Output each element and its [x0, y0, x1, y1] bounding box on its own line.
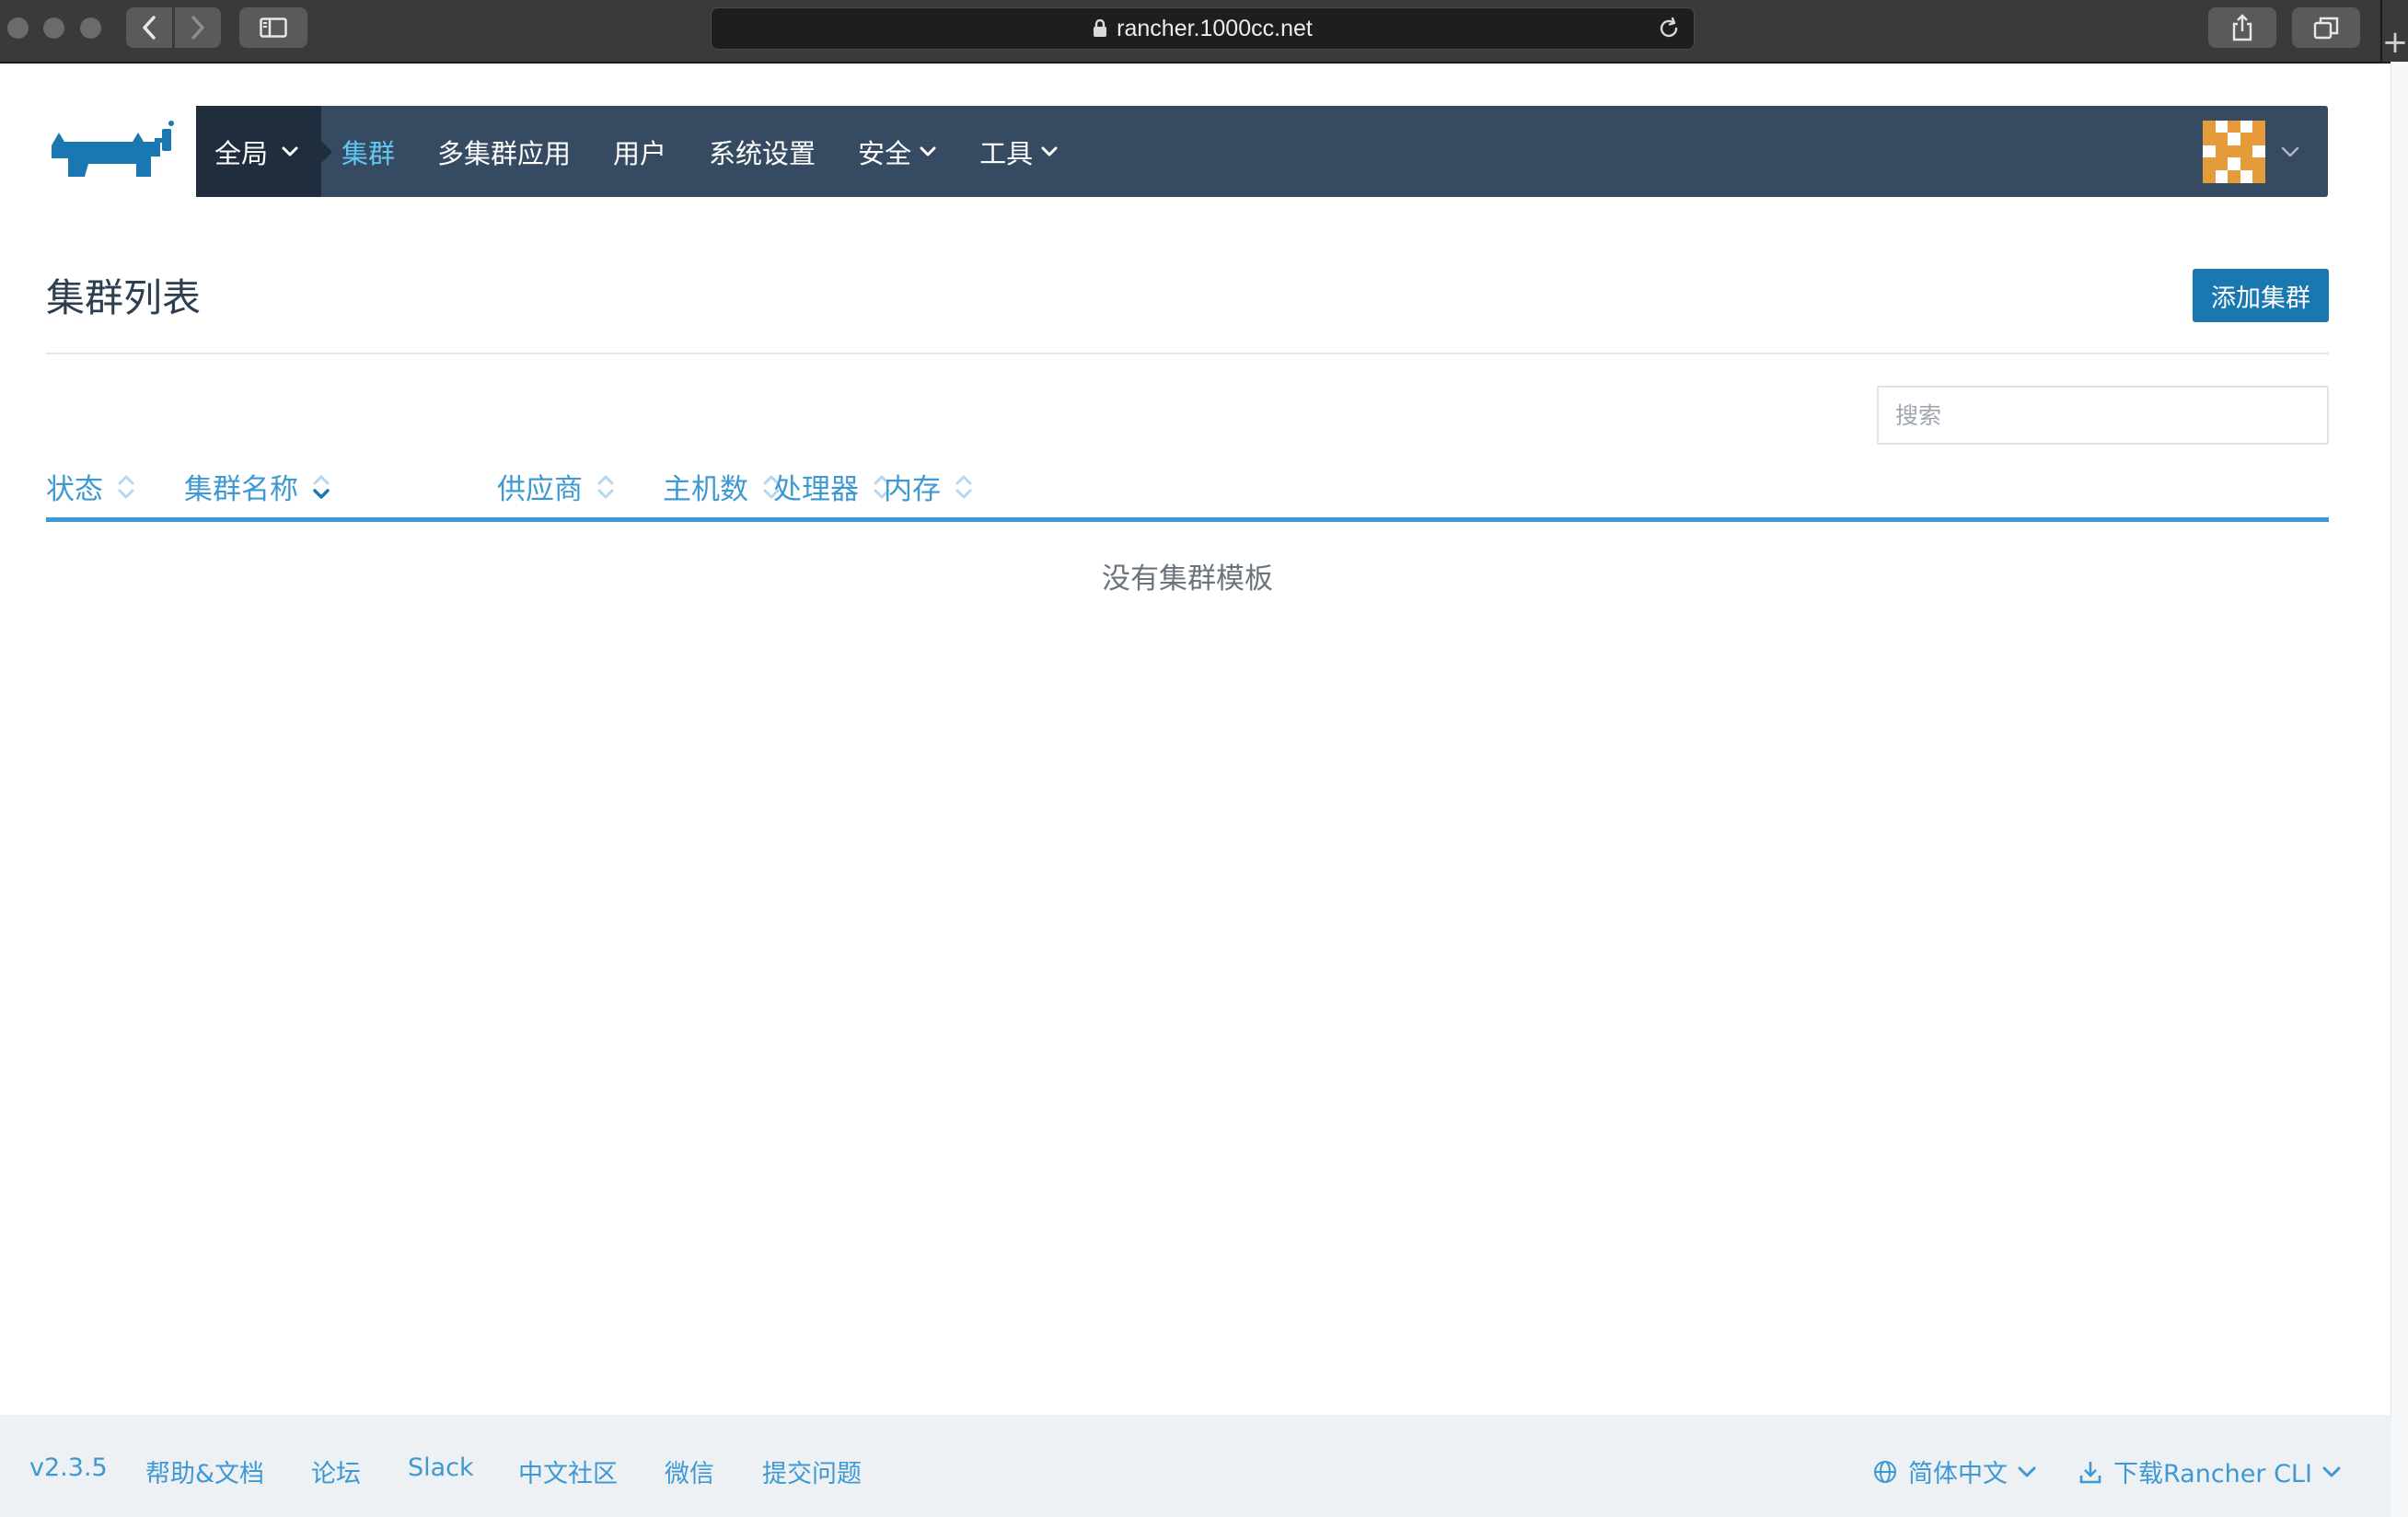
rancher-logo[interactable] — [48, 120, 175, 184]
nav-item-label: 集群 — [342, 137, 396, 169]
nav-item-label: 安全 — [858, 137, 912, 169]
global-scope-dropdown[interactable]: 全局 — [196, 106, 332, 197]
chevron-left-icon — [143, 16, 156, 40]
share-button[interactable] — [2208, 7, 2276, 48]
sort-icon — [118, 475, 134, 498]
minimize-window-button[interactable] — [43, 17, 64, 39]
footer-link-docs[interactable]: 帮助&文档 — [145, 1453, 264, 1489]
forward-button[interactable] — [175, 7, 221, 48]
header-divider — [46, 353, 2329, 354]
nav-item-label: 系统设置 — [709, 137, 816, 169]
chevron-down-icon — [2322, 1466, 2341, 1476]
sort-descending-icon — [313, 475, 330, 499]
empty-table-message: 没有集群模板 — [1102, 562, 1273, 596]
page-footer: v2.3.5 帮助&文档 论坛 Slack 中文社区 微信 提交问题 简体中文 … — [0, 1415, 2391, 1517]
nav-item-label: 多集群应用 — [437, 137, 572, 169]
download-icon — [2079, 1461, 2101, 1483]
chevron-down-icon — [920, 146, 936, 156]
page-title: 集群列表 — [46, 275, 202, 320]
column-label: 主机数 — [663, 473, 748, 506]
download-cli-label: 下载Rancher CLI — [2113, 1460, 2312, 1488]
chevron-right-icon — [191, 16, 204, 40]
page-scroll-edge — [2391, 62, 2408, 1517]
share-icon — [2232, 14, 2252, 41]
footer-link-wechat[interactable]: 微信 — [665, 1453, 714, 1489]
new-tab-button[interactable]: + — [2380, 0, 2408, 62]
nav-item-security[interactable]: 安全 — [858, 133, 937, 171]
rancher-logo-icon — [52, 121, 174, 177]
column-header-nodes[interactable]: 主机数 — [663, 466, 781, 507]
nav-item-users[interactable]: 用户 — [613, 133, 666, 171]
nav-item-clusters[interactable]: 集群 — [342, 133, 395, 171]
column-header-cpu[interactable]: 处理器 — [773, 466, 892, 507]
column-header-state[interactable]: 状态 — [46, 466, 136, 507]
column-header-provider[interactable]: 供应商 — [497, 466, 616, 507]
chevron-down-icon — [1041, 146, 1058, 156]
user-menu[interactable] — [2203, 106, 2328, 197]
nav-item-label: 用户 — [613, 137, 667, 169]
tabs-overview-button[interactable] — [2292, 7, 2360, 48]
chevron-down-icon — [2018, 1466, 2036, 1476]
column-header-memory[interactable]: 内存 — [884, 466, 974, 507]
sort-icon — [597, 475, 614, 498]
column-label: 供应商 — [497, 473, 583, 506]
column-label: 集群名称 — [184, 473, 298, 506]
zoom-window-button[interactable] — [80, 17, 101, 39]
globe-icon — [1874, 1460, 1896, 1483]
nav-item-multicluster-apps[interactable]: 多集群应用 — [437, 133, 571, 171]
footer-link-issue[interactable]: 提交问题 — [762, 1453, 862, 1489]
scope-label: 全局 — [214, 137, 269, 169]
tabs-icon — [2313, 17, 2339, 40]
language-selector[interactable]: 简体中文 — [1873, 1453, 2037, 1489]
scope-arrow — [321, 141, 332, 163]
footer-link-slack[interactable]: Slack — [408, 1453, 474, 1482]
avatar — [2203, 120, 2265, 183]
column-label: 状态 — [46, 473, 103, 506]
history-buttons — [126, 7, 222, 48]
main-navigation: 全局 集群 多集群应用 用户 系统设置 安全 工具 — [196, 106, 2328, 197]
cluster-table-header: 状态 集群名称 供应商 主机数 处理器 内存 — [46, 460, 2329, 522]
footer-link-community[interactable]: 中文社区 — [518, 1453, 618, 1489]
nav-item-label: 工具 — [979, 137, 1034, 169]
chevron-down-icon — [282, 146, 298, 156]
back-button[interactable] — [126, 7, 172, 48]
column-label: 内存 — [884, 473, 941, 506]
browser-toolbar: rancher.1000cc.net + — [0, 0, 2408, 64]
footer-link-forum[interactable]: 论坛 — [311, 1453, 361, 1489]
language-label: 简体中文 — [1908, 1460, 2008, 1488]
lock-icon — [1094, 19, 1107, 37]
reload-icon[interactable] — [1657, 17, 1681, 41]
close-window-button[interactable] — [7, 17, 29, 39]
search-input[interactable] — [1877, 386, 2329, 445]
nav-item-settings[interactable]: 系统设置 — [709, 133, 816, 171]
address-bar[interactable]: rancher.1000cc.net — [711, 7, 1695, 50]
sidebar-toggle-button[interactable] — [239, 7, 307, 48]
column-header-cluster-name[interactable]: 集群名称 — [184, 466, 331, 507]
nav-items: 集群 多集群应用 用户 系统设置 安全 工具 — [321, 106, 1101, 197]
sidebar-icon — [260, 17, 287, 38]
nav-item-tools[interactable]: 工具 — [979, 133, 1059, 171]
sort-icon — [955, 475, 972, 498]
chevron-down-icon — [2281, 146, 2299, 156]
download-cli-menu[interactable]: 下载Rancher CLI — [2078, 1453, 2342, 1489]
add-cluster-button[interactable]: 添加集群 — [2193, 269, 2329, 322]
version-link[interactable]: v2.3.5 — [29, 1453, 108, 1482]
url-text: rancher.1000cc.net — [1117, 15, 1313, 41]
column-label: 处理器 — [773, 473, 859, 506]
